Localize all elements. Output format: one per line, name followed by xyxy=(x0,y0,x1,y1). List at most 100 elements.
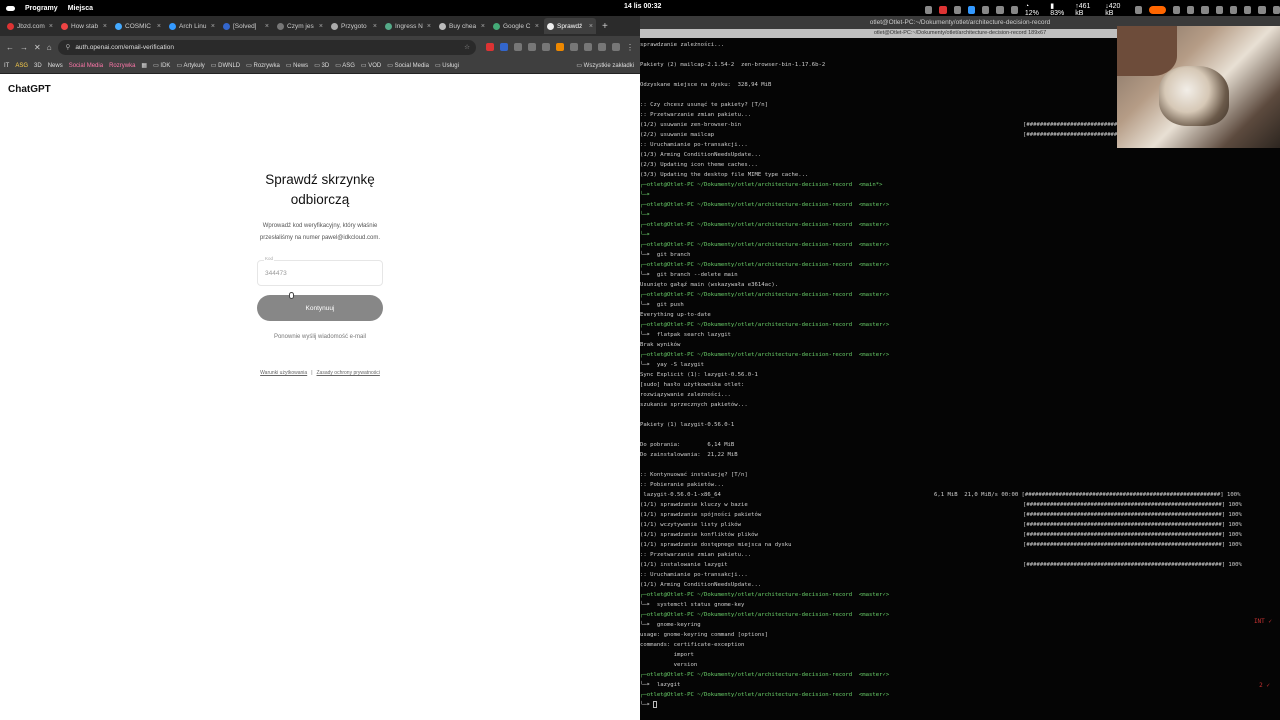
extensions-puzzle-icon[interactable] xyxy=(598,43,606,51)
extension-icon[interactable] xyxy=(486,43,494,51)
bookmark-folder[interactable]: ▭ VOD xyxy=(361,62,381,69)
site-info-icon[interactable]: ⚲ xyxy=(66,43,71,51)
bookmark-item[interactable]: News xyxy=(48,63,63,69)
terminal-line: :: Przetwarzanie zmian pakietu... xyxy=(640,550,1280,560)
address-bar[interactable]: ⚲ auth.openai.com/email-verification ☆ xyxy=(57,39,476,55)
close-tab-icon[interactable]: × xyxy=(373,23,377,30)
bookmark-folder[interactable]: ▭ Artykuły xyxy=(176,62,204,69)
bookmark-item[interactable]: Social Media xyxy=(69,63,103,69)
close-tab-icon[interactable]: × xyxy=(481,23,485,30)
browser-tab-active[interactable]: Sprawdź × xyxy=(544,18,596,34)
close-tab-icon[interactable]: × xyxy=(589,23,593,30)
terminal-line-text: └─➤ yay -S lazygit xyxy=(640,362,704,368)
terminal-line: Do zainstalowania: 21,22 MiB xyxy=(640,450,1280,460)
forward-icon[interactable]: → xyxy=(20,43,28,52)
extension-icon[interactable] xyxy=(514,43,522,51)
bookmark-folder[interactable]: ▭ DWNLD xyxy=(211,62,240,69)
extension-icon[interactable] xyxy=(556,43,564,51)
bookmark-folder[interactable]: ▭ News xyxy=(286,62,308,69)
bookmark-folder[interactable]: ▭ ASG xyxy=(335,62,355,69)
privacy-link[interactable]: Zasady ochrony prywatności xyxy=(317,370,380,376)
extension-icon[interactable] xyxy=(500,43,508,51)
extension-icon[interactable] xyxy=(528,43,536,51)
close-tab-icon[interactable]: × xyxy=(319,23,323,30)
close-tab-icon[interactable]: × xyxy=(535,23,539,30)
menu-places[interactable]: Miejsca xyxy=(68,5,93,12)
browser-tab[interactable]: Buy chea × xyxy=(436,18,488,34)
continue-button[interactable]: Kontynuuj xyxy=(257,295,383,321)
browser-tab[interactable]: Ingress N × xyxy=(382,18,434,34)
browser-tab[interactable]: How stab × xyxy=(58,18,110,34)
back-icon[interactable]: ← xyxy=(6,43,14,52)
extension-icon[interactable] xyxy=(570,43,578,51)
brand-logo[interactable]: ChatGPT xyxy=(8,84,51,95)
tray-app-icon[interactable] xyxy=(1172,5,1181,14)
all-bookmarks-folder[interactable]: ▭ Wszystkie zakładki xyxy=(576,62,634,69)
tray-app-icon[interactable] xyxy=(1201,5,1209,14)
tray-app-icon[interactable] xyxy=(925,5,933,14)
bookmark-folder[interactable]: ▭ 3D xyxy=(314,62,329,69)
browser-menu-icon[interactable]: ⋮ xyxy=(626,43,634,52)
bookmark-item[interactable]: IT xyxy=(4,63,9,69)
tray-app-icon[interactable] xyxy=(996,5,1004,14)
battery-status[interactable]: ▮ 83% xyxy=(1050,2,1068,17)
tray-app-icon[interactable] xyxy=(1244,5,1252,14)
terminal-window: otlet@Otlet-PC:~/Dokumenty/otlet/archite… xyxy=(640,16,1280,720)
tray-app-icon[interactable] xyxy=(1187,5,1195,14)
terminal-line-text: (1/1) sprawdzanie kluczy w bazie xyxy=(640,502,748,508)
bookmark-folder[interactable]: ▭ Usługi xyxy=(435,62,459,69)
bookmark-folder[interactable]: ▭ IDK xyxy=(153,62,170,69)
terminal-line: ┌─otlet@Otlet-PC ~/Dokumenty/otlet/archi… xyxy=(640,320,1280,330)
bookmark-folder[interactable]: ▭ Rozrywka xyxy=(246,62,280,69)
new-tab-button[interactable]: + xyxy=(602,21,608,32)
bookmark-item[interactable]: Rozrywka xyxy=(109,63,135,69)
tray-app-icon[interactable] xyxy=(1149,5,1166,14)
terminal-line-text: lazygit-0.56.0-1-x86_64 xyxy=(640,492,721,498)
stop-loading-icon[interactable]: ✕ xyxy=(34,43,41,52)
tray-app-icon[interactable] xyxy=(1135,5,1143,14)
tray-app-icon[interactable] xyxy=(1215,5,1223,14)
code-input[interactable]: Kod 344473 xyxy=(257,256,383,286)
tray-app-icon[interactable] xyxy=(1229,5,1238,14)
power-icon[interactable] xyxy=(1272,5,1280,14)
bookmark-star-icon[interactable]: ☆ xyxy=(464,43,470,51)
bookmark-item[interactable]: 3D xyxy=(34,63,42,69)
browser-tab[interactable]: [Solved] × xyxy=(220,18,272,34)
terminal-line-text: └─➤ systemctl status gnome-key xyxy=(640,602,745,608)
terms-link[interactable]: Warunki użytkowania xyxy=(260,370,307,376)
close-tab-icon[interactable]: × xyxy=(265,23,269,30)
extension-icon[interactable] xyxy=(542,43,550,51)
tray-app-icon[interactable] xyxy=(1010,5,1018,14)
browser-tab[interactable]: Przygoto × xyxy=(328,18,380,34)
close-tab-icon[interactable]: × xyxy=(103,23,107,30)
tray-app-icon[interactable] xyxy=(1258,5,1266,14)
favicon-icon xyxy=(115,22,122,30)
tray-app-icon[interactable] xyxy=(967,5,976,14)
clock[interactable]: 14 lis 00:32 xyxy=(624,3,661,10)
browser-tab[interactable]: Google C × xyxy=(490,18,542,34)
browser-tab[interactable]: Arch Linu × xyxy=(166,18,218,34)
tray-app-icon[interactable] xyxy=(953,5,961,14)
download-icon[interactable] xyxy=(584,43,592,51)
bookmark-folder[interactable]: ▭ Social Media xyxy=(387,62,429,69)
apple-like-logo-icon[interactable] xyxy=(6,5,15,11)
cpu-usage[interactable]: ◔ 12% xyxy=(1025,3,1043,17)
browser-tab[interactable]: Jbzd.com × xyxy=(4,18,56,34)
tray-app-icon[interactable] xyxy=(982,5,990,14)
bookmark-item[interactable]: ASG xyxy=(15,63,28,69)
favicon-icon xyxy=(547,22,554,30)
favicon-icon xyxy=(439,22,446,30)
close-tab-icon[interactable]: × xyxy=(49,23,53,30)
close-tab-icon[interactable]: × xyxy=(211,23,215,30)
menu-programs[interactable]: Programy xyxy=(25,5,58,12)
browser-tab[interactable]: Czym jes × xyxy=(274,18,326,34)
home-icon[interactable]: ⌂ xyxy=(47,43,52,52)
browser-tab[interactable]: COSMIC × xyxy=(112,18,164,34)
close-tab-icon[interactable]: × xyxy=(157,23,161,30)
resend-email-link[interactable]: Ponownie wyślij wiadomość e-mail xyxy=(252,334,388,340)
tray-app-icon[interactable] xyxy=(939,5,947,14)
apps-grid-icon[interactable]: ▦ xyxy=(141,62,147,69)
profile-icon[interactable] xyxy=(612,43,620,51)
close-tab-icon[interactable]: × xyxy=(427,23,431,30)
